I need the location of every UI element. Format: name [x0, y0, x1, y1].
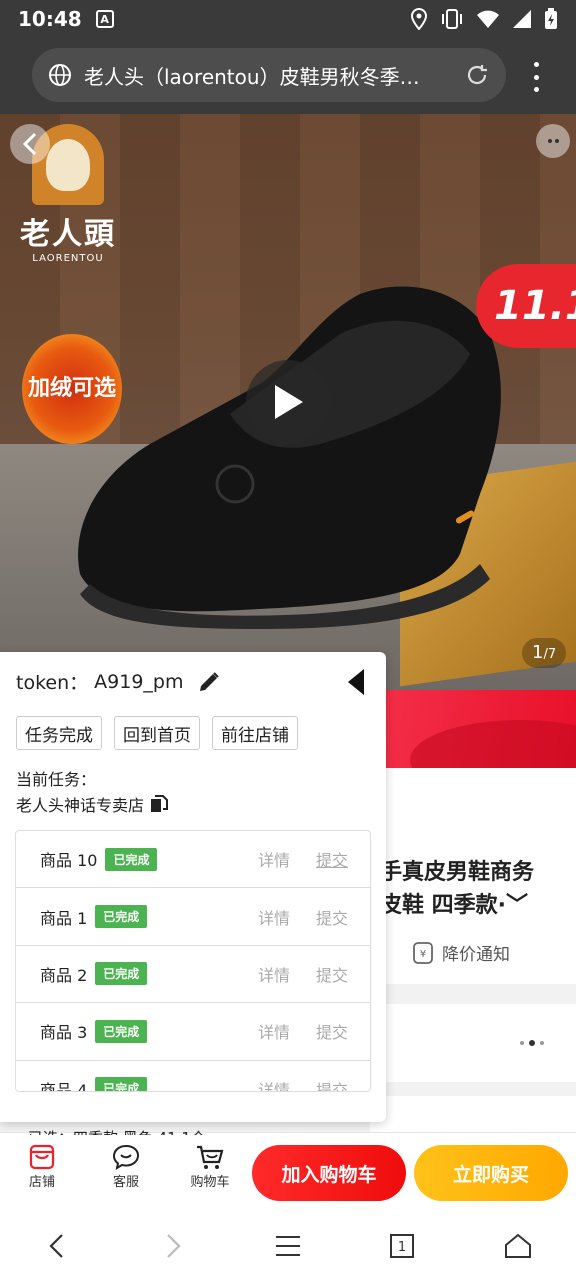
submit-link[interactable]: 提交	[316, 1077, 348, 1091]
collapse-panel-icon[interactable]	[346, 668, 366, 696]
clock: 10:48	[18, 7, 82, 31]
chat-service-icon	[112, 1144, 140, 1171]
selection-card[interactable]	[370, 1096, 576, 1136]
page-title: 老人头（laorentou）皮鞋男秋冬季…	[84, 64, 420, 89]
wifi-icon	[477, 10, 499, 28]
battery-icon	[545, 8, 557, 29]
go-to-store-button[interactable]: 前往店铺	[212, 716, 298, 750]
play-icon	[275, 385, 303, 419]
chevron-right-icon	[167, 1234, 181, 1258]
location-icon	[410, 8, 428, 30]
buy-now-button[interactable]: 立即购买	[414, 1145, 568, 1201]
token-value: A919_pm	[94, 670, 184, 693]
home-icon	[505, 1233, 531, 1258]
product-info-card: 手真皮男鞋商务 皮鞋 四季款·﹀ ¥ 降价通知	[370, 768, 576, 984]
browser-bottom-nav: 1	[0, 1208, 576, 1280]
more-dots-icon	[520, 1040, 544, 1046]
nav-tabs-button[interactable]: 1	[384, 1228, 420, 1264]
task-panel: token： A919_pm 任务完成 回到首页 前往店铺 当前任务： 老人头神…	[0, 652, 386, 1122]
nav-menu-button[interactable]	[270, 1228, 306, 1264]
status-bar: 10:48 A	[0, 0, 576, 38]
shop-nav-button[interactable]: 店铺	[12, 1143, 72, 1190]
edit-pencil-icon[interactable]	[197, 670, 221, 694]
browser-toolbar: 老人头（laorentou）皮鞋男秋冬季…	[0, 38, 576, 114]
status-badge: 已完成	[95, 905, 148, 929]
status-badge: 已完成	[95, 1019, 148, 1043]
list-item: 商品 1 已完成 详情 提交	[16, 888, 370, 946]
submit-link[interactable]: 提交	[316, 905, 348, 929]
back-to-home-button[interactable]: 回到首页	[114, 716, 200, 750]
image-counter: 1/7	[522, 638, 567, 668]
reload-icon[interactable]	[464, 62, 490, 88]
chevron-left-icon	[49, 1234, 63, 1258]
detail-link[interactable]: 详情	[258, 1077, 290, 1091]
product-image-carousel[interactable]: 老人頭 LAORENTOU 加绒可选 11.11 1/7	[0, 114, 576, 690]
options-card[interactable]	[370, 1004, 576, 1082]
status-badge: 已完成	[105, 847, 158, 871]
submit-link[interactable]: 提交	[316, 1019, 348, 1043]
signal-icon	[513, 10, 531, 28]
plush-option-badge: 加绒可选	[22, 334, 122, 444]
globe-icon	[49, 64, 71, 86]
selected-spec-peek: 已选：四季款 黑色 41 1个	[28, 1127, 206, 1135]
detail-link[interactable]: 详情	[258, 847, 290, 871]
detail-link[interactable]: 详情	[258, 962, 290, 986]
price-notify-button[interactable]: ¥ 降价通知	[412, 940, 510, 965]
submit-link[interactable]: 提交	[316, 962, 348, 986]
bottom-action-bar: 已选：四季款 黑色 41 1个 店铺 客服 购物车 加入购物车 立即购买	[0, 1129, 576, 1208]
add-to-cart-button[interactable]: 加入购物车	[252, 1145, 406, 1201]
shop-icon	[29, 1144, 55, 1170]
detail-link[interactable]: 详情	[258, 905, 290, 929]
svg-text:¥: ¥	[420, 949, 426, 960]
double-eleven-badge: 11.11	[476, 264, 576, 348]
service-nav-button[interactable]: 客服	[96, 1143, 156, 1190]
cart-icon	[197, 1145, 224, 1169]
chevron-left-icon	[22, 132, 37, 156]
play-video-button[interactable]	[246, 360, 330, 444]
cart-nav-button[interactable]: 购物车	[180, 1143, 240, 1190]
current-task-label: 当前任务：	[16, 770, 97, 789]
address-bar[interactable]: 老人头（laorentou）皮鞋男秋冬季…	[32, 48, 506, 102]
product-title[interactable]: 手真皮男鞋商务 皮鞋 四季款·﹀	[380, 856, 576, 922]
task-item-list[interactable]: 商品 10 已完成 详情 提交 商品 1 已完成 详情 提交 商品 2 已完成 …	[15, 830, 371, 1092]
token-row: token： A919_pm	[16, 668, 221, 695]
a-notification-icon: A	[95, 10, 114, 28]
detail-link[interactable]: 详情	[258, 1019, 290, 1043]
browser-menu-icon[interactable]	[526, 62, 546, 92]
tabs-icon: 1	[390, 1234, 414, 1258]
list-item: 商品 3 已完成 详情 提交	[16, 1003, 370, 1061]
price-tag-icon: ¥	[413, 941, 433, 964]
nav-home-button[interactable]	[500, 1228, 536, 1264]
list-item: 商品 10 已完成 详情 提交	[16, 831, 370, 889]
panel-actions: 任务完成 回到首页 前往店铺	[16, 716, 298, 750]
status-badge: 已完成	[95, 962, 148, 986]
back-button[interactable]	[10, 124, 50, 164]
more-options-button[interactable]	[536, 124, 570, 158]
list-item: 商品 2 已完成 详情 提交	[16, 946, 370, 1004]
current-task-name: 老人头神话专卖店	[16, 792, 169, 816]
list-item: 商品 4 已完成 详情 提交	[16, 1061, 370, 1091]
svg-text:1: 1	[398, 1240, 406, 1255]
vibrate-icon	[442, 9, 462, 29]
hamburger-menu-icon	[276, 1236, 300, 1256]
promo-banner	[370, 690, 576, 768]
task-complete-button[interactable]: 任务完成	[16, 716, 102, 750]
status-badge: 已完成	[95, 1077, 148, 1091]
nav-back-button[interactable]	[38, 1228, 74, 1264]
nav-forward-button[interactable]	[156, 1228, 192, 1264]
shoe-image	[78, 286, 501, 629]
copy-icon[interactable]	[150, 795, 169, 813]
submit-link[interactable]: 提交	[316, 847, 348, 871]
